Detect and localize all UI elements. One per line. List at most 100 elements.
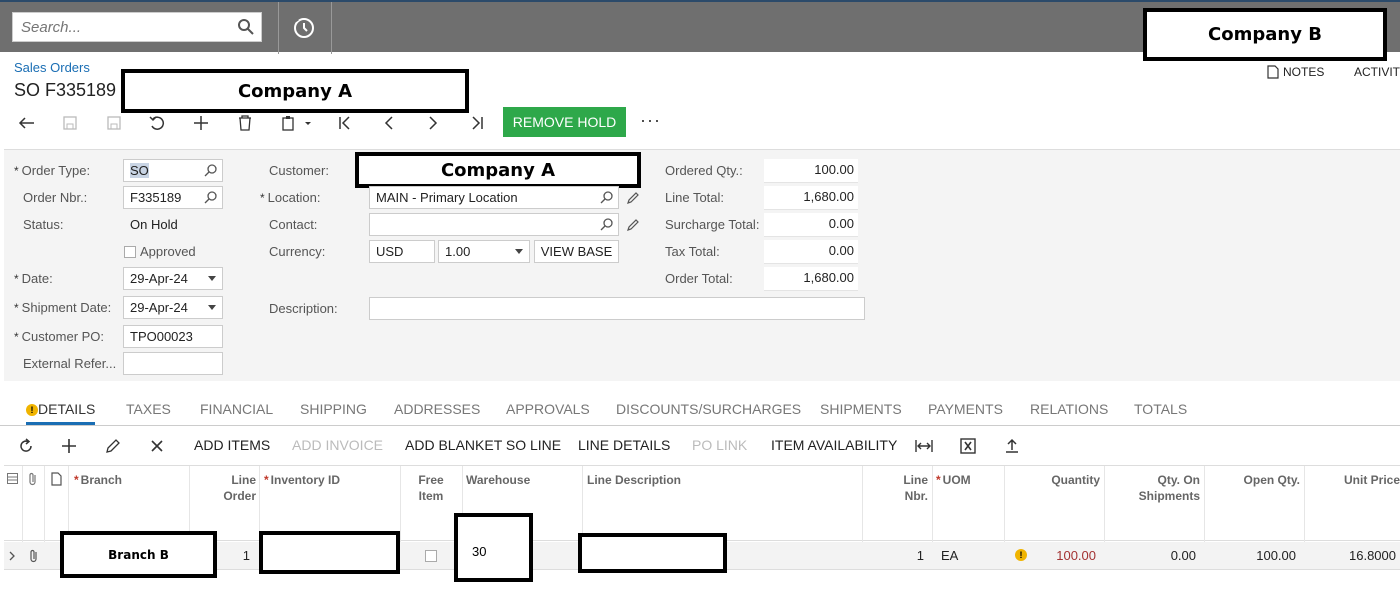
chevron-right-icon[interactable] (8, 550, 16, 562)
add-button[interactable] (189, 112, 213, 134)
chevron-down-icon[interactable] (208, 305, 216, 310)
next-record-button[interactable] (421, 112, 445, 134)
refresh-button[interactable] (17, 437, 35, 455)
search-icon[interactable] (204, 163, 218, 177)
edit-row-button[interactable] (104, 437, 122, 455)
col-line-nbr[interactable]: Line Nbr. (866, 472, 928, 504)
export-excel-button[interactable] (959, 437, 977, 455)
tab-approvals[interactable]: APPROVALS (506, 401, 590, 417)
add-blanket-so-line-button[interactable]: ADD BLANKET SO LINE (405, 437, 561, 453)
date-field[interactable]: 29-Apr-24 (123, 267, 223, 290)
chevron-down-icon[interactable] (208, 276, 216, 281)
upload-button[interactable] (1003, 437, 1021, 455)
save-close-button[interactable] (58, 112, 82, 134)
col-inventory-id[interactable]: * Inventory ID (264, 472, 340, 488)
edit-pencil-icon[interactable] (626, 191, 640, 205)
currency-field[interactable]: USD (369, 240, 435, 263)
col-open-qty[interactable]: Open Qty. (1208, 472, 1300, 488)
tax-total-value: 0.00 (764, 240, 858, 264)
location-field[interactable]: MAIN - Primary Location (369, 186, 619, 209)
search-icon[interactable] (204, 190, 218, 204)
customer-po-field[interactable]: TPO00023 (123, 325, 223, 348)
view-base-button[interactable]: VIEW BASE (534, 240, 619, 263)
col-line-description[interactable]: Line Description (587, 472, 681, 488)
order-nbr-field[interactable]: F335189 (123, 186, 223, 209)
tab-shipping[interactable]: SHIPPING (300, 401, 367, 417)
delete-row-button[interactable] (148, 437, 166, 455)
search-icon[interactable] (237, 18, 255, 36)
order-type-field[interactable]: SO (123, 159, 223, 182)
more-menu-button[interactable]: ··· (640, 110, 661, 131)
tab-taxes[interactable]: TAXES (126, 401, 171, 417)
contact-field[interactable] (369, 213, 619, 236)
prev-record-button[interactable] (377, 112, 401, 134)
status-value: On Hold (130, 217, 178, 232)
col-uom[interactable]: * UOM (936, 472, 971, 488)
add-invoice-button[interactable]: ADD INVOICE (292, 437, 383, 453)
free-item-checkbox[interactable] (425, 550, 437, 562)
copy-paste-button[interactable] (278, 112, 314, 134)
fit-columns-button[interactable] (915, 437, 933, 455)
cell-unit-price[interactable]: 16.8000 (1308, 548, 1396, 563)
add-items-button[interactable]: ADD ITEMS (194, 437, 270, 453)
tab-financial[interactable]: FINANCIAL (200, 401, 273, 417)
undo-button[interactable] (145, 112, 169, 134)
row-selector-icon[interactable] (7, 473, 18, 484)
remove-hold-button[interactable]: REMOVE HOLD (503, 107, 626, 137)
col-unit-price[interactable]: Unit Price (1308, 472, 1400, 488)
line-details-button[interactable]: LINE DETAILS (578, 437, 670, 453)
po-link-button[interactable]: PO LINK (692, 437, 747, 453)
column-divider (22, 466, 23, 542)
shipment-date-field[interactable]: 29-Apr-24 (123, 296, 223, 319)
last-record-button[interactable] (465, 112, 489, 134)
tab-discounts-surcharges[interactable]: DISCOUNTS/SURCHARGES (616, 401, 801, 417)
col-free-item[interactable]: Free Item (404, 472, 458, 504)
cell-open-qty[interactable]: 100.00 (1208, 548, 1296, 563)
cell-quantity[interactable]: 100.00 (1008, 548, 1096, 563)
first-record-button[interactable] (333, 112, 357, 134)
attachment-icon[interactable] (28, 549, 40, 563)
column-divider (932, 466, 933, 542)
col-branch[interactable]: * Branch (74, 472, 122, 488)
add-row-button[interactable] (60, 437, 78, 455)
history-icon[interactable] (292, 16, 316, 40)
description-field[interactable] (369, 297, 865, 320)
tab-totals[interactable]: TOTALS (1134, 401, 1187, 417)
search-input[interactable] (13, 13, 223, 41)
save-button[interactable] (102, 112, 126, 134)
cell-line-nbr[interactable]: 1 (866, 548, 924, 563)
upload-icon (1006, 438, 1018, 453)
activities-link[interactable]: ACTIVITI (1354, 65, 1400, 79)
cell-qty-on-shipments[interactable]: 0.00 (1108, 548, 1196, 563)
edit-pencil-icon[interactable] (626, 218, 640, 232)
save-icon (107, 116, 121, 130)
item-availability-button[interactable]: ITEM AVAILABILITY (771, 437, 897, 453)
branch-redaction: Branch B (60, 531, 217, 578)
external-ref-field[interactable] (123, 352, 223, 375)
approved-checkbox[interactable] (124, 246, 136, 258)
search-icon[interactable] (600, 190, 614, 204)
col-quantity[interactable]: Quantity (1008, 472, 1100, 488)
tab-shipments[interactable]: SHIPMENTS (820, 401, 902, 417)
tab-relations[interactable]: RELATIONS (1030, 401, 1108, 417)
chevron-down-icon[interactable] (515, 249, 523, 254)
col-qty-on-shipments[interactable]: Qty. On Shipments (1108, 472, 1200, 504)
tab-details[interactable]: ! DETAILS (26, 401, 96, 425)
divider (331, 2, 332, 54)
col-warehouse[interactable]: Warehouse (466, 472, 530, 488)
cell-uom[interactable]: EA (941, 548, 958, 563)
search-icon[interactable] (600, 217, 614, 231)
tab-addresses[interactable]: ADDRESSES (394, 401, 480, 417)
undo-icon (149, 116, 165, 130)
col-line-order[interactable]: Line Order (194, 472, 256, 504)
notes-link[interactable]: NOTES (1267, 65, 1324, 79)
delete-button[interactable] (233, 112, 257, 134)
breadcrumb[interactable]: Sales Orders (14, 60, 90, 75)
warehouse-redaction[interactable]: 30 (454, 513, 533, 582)
back-button[interactable] (14, 112, 38, 134)
tab-payments[interactable]: PAYMENTS (928, 401, 1003, 417)
currency-rate-field[interactable]: 1.00 (438, 240, 530, 263)
note-icon[interactable] (51, 472, 62, 486)
attachment-icon[interactable] (27, 472, 39, 486)
search-box[interactable] (12, 12, 262, 42)
